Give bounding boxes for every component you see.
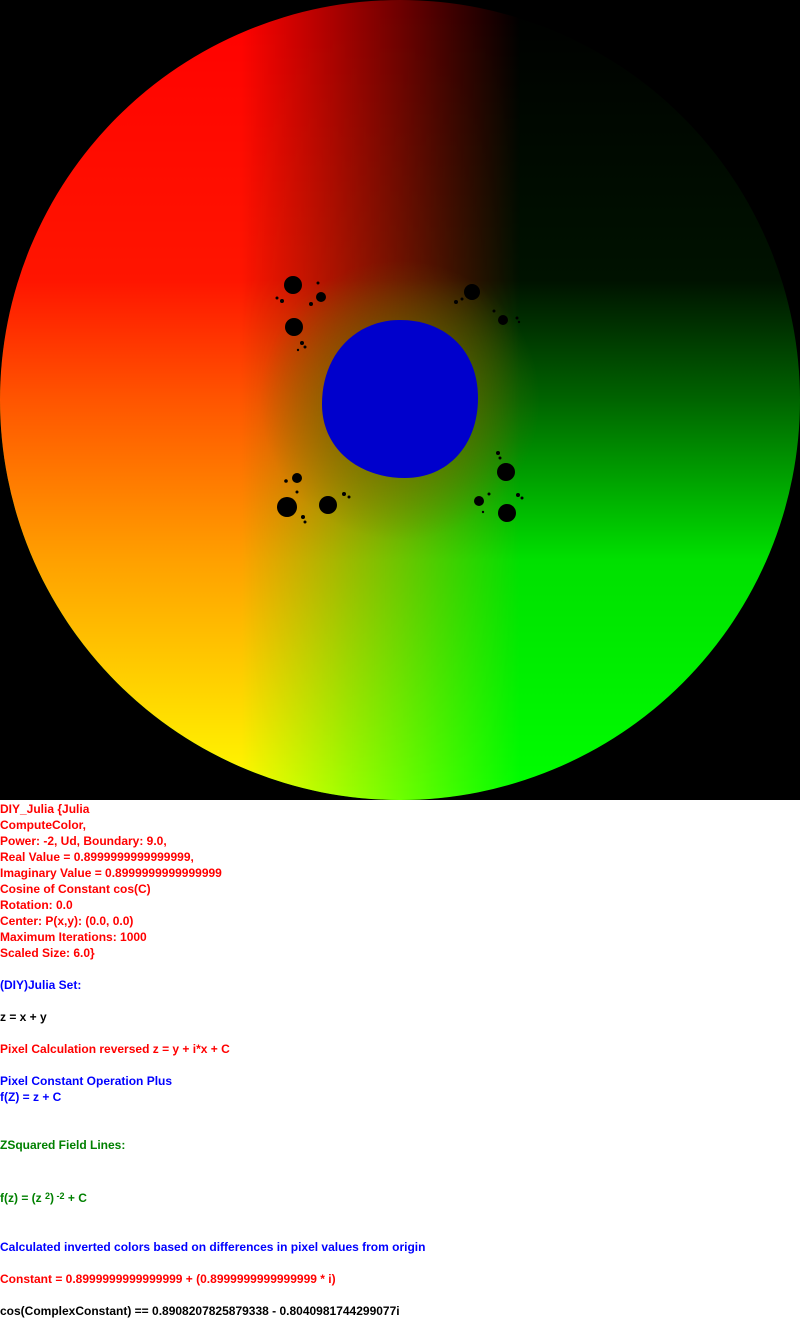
field-lines-formula: f(z) = (z 2) -2 + C [0, 1190, 800, 1206]
z-definition: z = x + y [0, 1010, 47, 1024]
set-title: (DIY)Julia Set: [0, 978, 82, 992]
formula-prefix: f(z) = (z [0, 1191, 45, 1205]
param-line-3: Power: -2, Ud, Boundary: 9.0, [0, 834, 167, 848]
param-line-2: ComputeColor, [0, 818, 86, 832]
param-line-8: Center: P(x,y): (0.0, 0.0) [0, 914, 134, 928]
param-line-5: Imaginary Value = 0.8999999999999999 [0, 866, 222, 880]
constant-operation: Pixel Constant Operation Plus [0, 1074, 173, 1088]
formula-inner-exponent: 2 [45, 1191, 51, 1201]
param-line-10: Scaled Size: 6.0} [0, 946, 95, 960]
param-line-1: DIY_Julia {Julia [0, 802, 90, 816]
param-line-6: Cosine of Constant cos(C) [0, 882, 151, 896]
param-line-4: Real Value = 0.8999999999999999, [0, 850, 194, 864]
info-panel: DIY_Julia {Julia ComputeColor, Power: -2… [0, 801, 800, 1319]
center-blob [322, 320, 478, 478]
param-line-9: Maximum Iterations: 1000 [0, 930, 147, 944]
formula-outer-exponent: -2 [54, 1191, 65, 1201]
formula-suffix: + C [64, 1191, 87, 1205]
fz-formula: f(Z) = z + C [0, 1090, 62, 1104]
julia-fractal-svg [0, 0, 800, 800]
fractal-image [0, 0, 800, 800]
colors-note: Calculated inverted colors based on diff… [0, 1240, 426, 1254]
constant-value: Constant = 0.8999999999999999 + (0.89999… [0, 1272, 336, 1286]
pixel-calculation: Pixel Calculation reversed z = y + i*x +… [0, 1042, 230, 1056]
param-line-7: Rotation: 0.0 [0, 898, 73, 912]
field-lines-title: ZSquared Field Lines: [0, 1138, 126, 1152]
cos-constant-value: cos(ComplexConstant) == 0.89082078258793… [0, 1304, 400, 1318]
